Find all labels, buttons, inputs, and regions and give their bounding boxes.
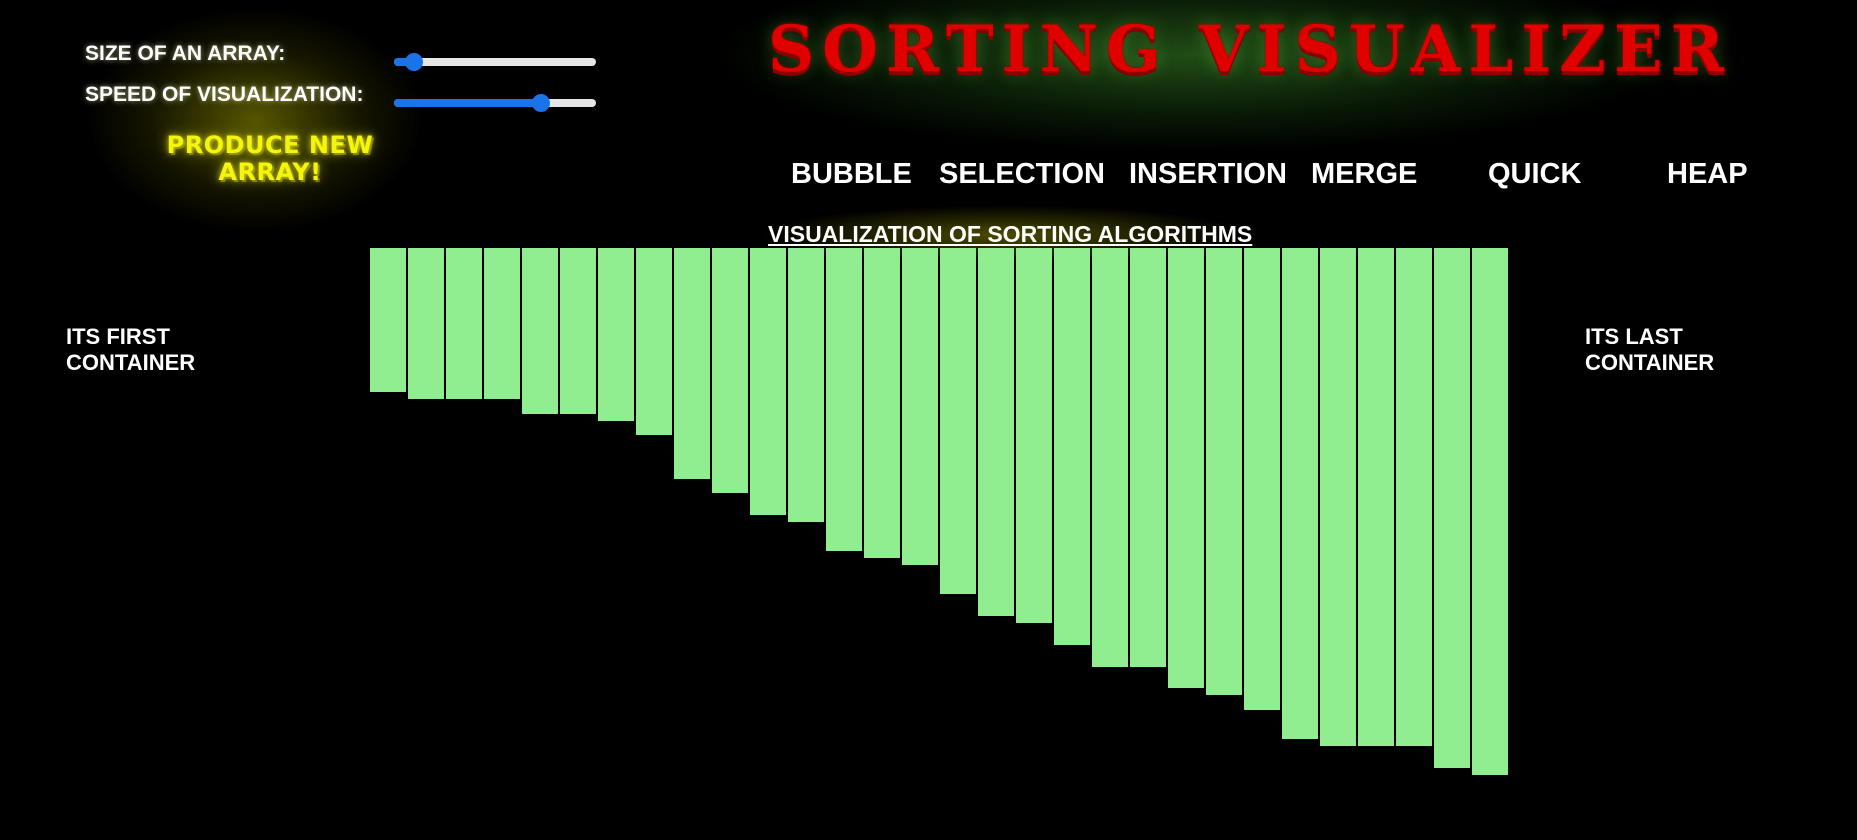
array-bar (1358, 248, 1394, 746)
sorting-visualizer-page: SIZE OF AN ARRAY: SPEED OF VISUALIZATION… (0, 0, 1857, 840)
first-container-line-2: CONTAINER (66, 350, 196, 375)
array-bar (598, 248, 634, 421)
array-bar (1092, 248, 1128, 667)
speed-label: SPEED OF VISUALIZATION: (85, 83, 364, 106)
array-bar (1016, 248, 1052, 623)
visualization-caption: VISUALIZATION OF SORTING ALGORITHMS (768, 221, 1253, 247)
array-bar (636, 248, 672, 435)
array-bar (560, 248, 596, 414)
size-slider-thumb[interactable] (405, 53, 424, 71)
last-container-line-1: ITS LAST (1585, 324, 1683, 349)
array-bar (1244, 248, 1280, 710)
array-bars-container (370, 248, 1508, 808)
array-bar (902, 248, 938, 565)
merge-sort-button[interactable]: MERGE (1311, 158, 1417, 191)
array-bar (826, 248, 862, 551)
array-bar (712, 248, 748, 493)
array-bar (1396, 248, 1432, 746)
insertion-sort-button[interactable]: INSERTION (1129, 158, 1287, 191)
array-bar (674, 248, 710, 479)
array-bar (1054, 248, 1090, 645)
array-bar (1282, 248, 1318, 739)
speed-slider[interactable] (394, 94, 596, 112)
quick-sort-button[interactable]: QUICK (1488, 158, 1581, 191)
array-bar (750, 248, 786, 515)
array-bar (1472, 248, 1508, 775)
array-bar (1206, 248, 1242, 695)
array-bar (1434, 248, 1470, 768)
first-container-label: ITS FIRST CONTAINER (66, 324, 195, 376)
array-bar (1320, 248, 1356, 746)
first-container-line-1: ITS FIRST (66, 324, 170, 349)
array-bar (940, 248, 976, 594)
array-bar (788, 248, 824, 522)
bubble-sort-button[interactable]: BUBBLE (791, 158, 912, 191)
produce-new-array-button[interactable]: PRODUCE NEW ARRAY! (155, 132, 385, 186)
controls-panel: SIZE OF AN ARRAY: SPEED OF VISUALIZATION… (60, 10, 620, 250)
speed-slider-thumb[interactable] (532, 94, 551, 112)
array-bar (1168, 248, 1204, 688)
selection-sort-button[interactable]: SELECTION (939, 158, 1105, 191)
array-bar (1130, 248, 1166, 667)
array-bar (864, 248, 900, 558)
array-bar (522, 248, 558, 414)
array-bar (978, 248, 1014, 616)
array-bar (484, 248, 520, 399)
size-slider[interactable] (394, 53, 596, 71)
last-container-line-2: CONTAINER (1585, 350, 1715, 375)
heap-sort-button[interactable]: HEAP (1667, 158, 1748, 191)
speed-slider-fill (394, 99, 542, 107)
array-bar (370, 248, 406, 392)
size-label: SIZE OF AN ARRAY: (85, 42, 286, 65)
app-title: SORTING VISUALIZER (768, 12, 1732, 87)
array-bar (408, 248, 444, 399)
last-container-label: ITS LAST CONTAINER (1585, 324, 1714, 376)
array-bar (446, 248, 482, 399)
